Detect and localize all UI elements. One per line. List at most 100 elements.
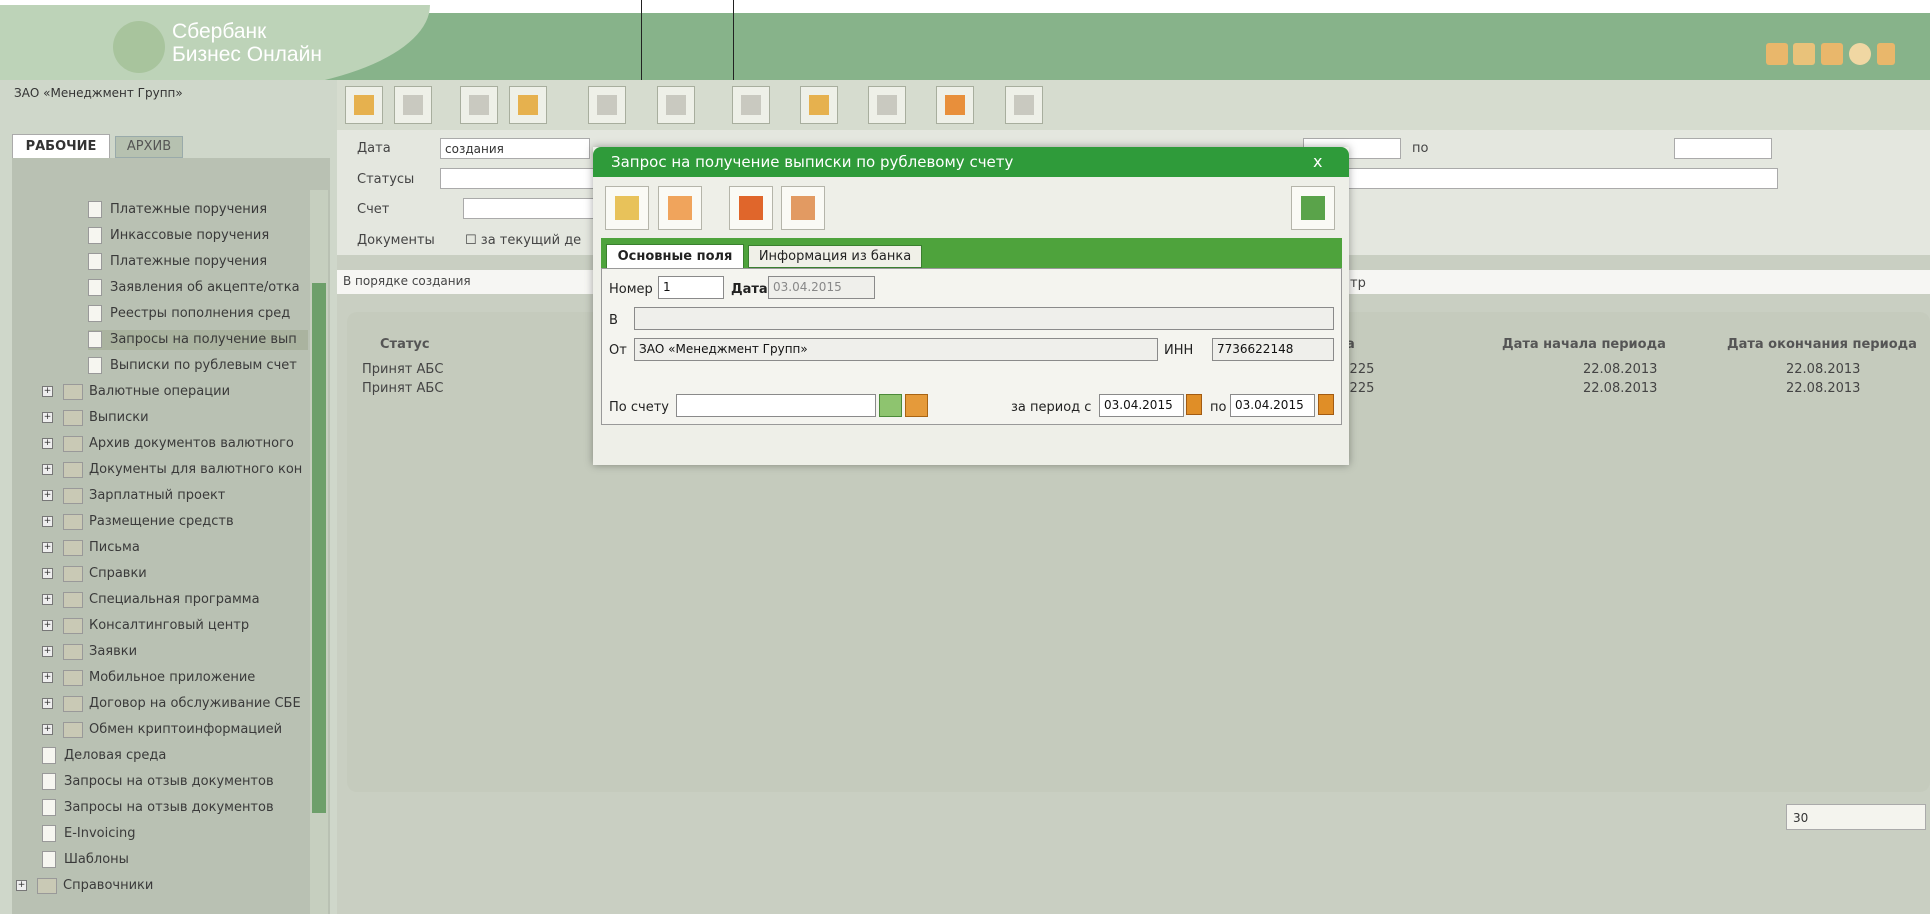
expand-icon[interactable]: + xyxy=(42,724,53,735)
current-day-checkbox[interactable]: ☐ за текущий де xyxy=(465,233,581,248)
cell-status[interactable]: Принят АБС xyxy=(362,381,443,396)
sign-doc-button[interactable] xyxy=(781,186,825,230)
tree-item[interactable]: Заявления об акцепте/отка xyxy=(88,278,308,298)
sign-button[interactable] xyxy=(732,86,770,124)
expand-icon[interactable]: + xyxy=(42,516,53,527)
date-type-select[interactable]: создания xyxy=(440,138,590,159)
expand-icon[interactable]: + xyxy=(42,594,53,605)
cell-period-end[interactable]: 22.08.2013 xyxy=(1786,381,1860,396)
column-period-start[interactable]: Дата начала периода xyxy=(1502,337,1666,352)
number-input[interactable]: 1 xyxy=(658,276,724,299)
close-icon[interactable]: x xyxy=(1313,147,1322,177)
tab-archive[interactable]: АРХИВ xyxy=(115,136,183,158)
calendar-to-icon[interactable] xyxy=(1318,394,1334,415)
column-status[interactable]: Статус xyxy=(380,337,430,352)
cell-period-start[interactable]: 22.08.2013 xyxy=(1583,362,1657,377)
date-to-input[interactable] xyxy=(1674,138,1772,159)
tree-item[interactable]: + Заявки xyxy=(42,642,308,662)
exit-icon[interactable] xyxy=(1877,43,1895,65)
expand-icon[interactable]: + xyxy=(42,672,53,683)
expand-icon[interactable]: + xyxy=(42,620,53,631)
tree-item[interactable]: Выписки по рублевым счет xyxy=(88,356,308,376)
filter-link[interactable]: тр xyxy=(1350,276,1366,291)
column-period-end[interactable]: Дата окончания периода xyxy=(1727,337,1917,352)
expand-icon[interactable]: + xyxy=(42,438,53,449)
expand-icon[interactable]: + xyxy=(42,412,53,423)
copy-button[interactable] xyxy=(460,86,498,124)
tree-item[interactable]: Реестры пополнения сред xyxy=(88,304,308,324)
cell-period-start[interactable]: 22.08.2013 xyxy=(1583,381,1657,396)
period-to-input[interactable]: 03.04.2015 xyxy=(1230,394,1315,417)
import-button[interactable] xyxy=(588,86,626,124)
filter-button[interactable] xyxy=(1005,86,1043,124)
tree-item-label: Документы для валютного кон xyxy=(89,462,303,477)
expand-icon[interactable]: + xyxy=(42,646,53,657)
tree-item[interactable]: E-Invoicing xyxy=(42,824,308,844)
tab-main-fields[interactable]: Основные поля xyxy=(606,244,744,269)
tree-item[interactable]: + Консалтинговый центр xyxy=(42,616,308,636)
cell-status[interactable]: Принят АБС xyxy=(362,362,443,377)
calendar-icon[interactable] xyxy=(1793,43,1815,65)
tree-item[interactable]: + Зарплатный проект xyxy=(42,486,308,506)
tree-item[interactable]: Шаблоны xyxy=(42,850,308,870)
expand-icon[interactable]: + xyxy=(42,698,53,709)
folder-icon[interactable] xyxy=(905,394,928,417)
tree-item[interactable]: + Договор на обслуживание СБЕ xyxy=(42,694,308,714)
tree-item[interactable]: + Документы для валютного кон xyxy=(42,460,308,480)
mail-button[interactable] xyxy=(868,86,906,124)
dialog-titlebar[interactable]: Запрос на получение выписки по рублевому… xyxy=(593,147,1349,177)
tab-bank-info[interactable]: Информация из банка xyxy=(748,245,922,268)
expand-icon[interactable]: + xyxy=(42,490,53,501)
tree-item[interactable]: + Мобильное приложение xyxy=(42,668,308,688)
period-to-label: по xyxy=(1210,400,1227,415)
expand-icon[interactable]: + xyxy=(42,464,53,475)
help-icon[interactable] xyxy=(1849,43,1871,65)
refresh-button[interactable] xyxy=(936,86,974,124)
tree-item[interactable]: Запросы на отзыв документов xyxy=(42,772,308,792)
expand-icon[interactable]: + xyxy=(42,542,53,553)
new-document-button[interactable] xyxy=(345,86,383,124)
edit-button[interactable] xyxy=(394,86,432,124)
tree-item[interactable]: Платежные поручения xyxy=(88,200,308,220)
tree-item[interactable]: Запросы на отзыв документов xyxy=(42,798,308,818)
save-button[interactable] xyxy=(729,186,773,230)
new-button[interactable] xyxy=(605,186,649,230)
tree-item[interactable]: + Выписки xyxy=(42,408,308,428)
expand-icon[interactable]: + xyxy=(16,880,27,891)
sort-select[interactable]: В порядке создания xyxy=(343,274,471,288)
cell-period-end[interactable]: 22.08.2013 xyxy=(1786,362,1860,377)
user-icon[interactable] xyxy=(1766,43,1788,65)
period-from-input[interactable]: 03.04.2015 xyxy=(1099,394,1184,417)
tree-item[interactable]: + Справочники xyxy=(16,876,308,896)
calendar-from-icon[interactable] xyxy=(1186,394,1202,415)
tree-scrollbar[interactable] xyxy=(310,190,328,914)
tree-item[interactable]: + Валютные операции xyxy=(42,382,308,402)
delete-button[interactable] xyxy=(657,86,695,124)
expand-icon[interactable]: + xyxy=(42,568,53,579)
tree-item[interactable]: Инкассовые поручения xyxy=(88,226,308,246)
search-icon[interactable] xyxy=(879,394,902,417)
period-from-label: за период с xyxy=(1011,400,1092,415)
expand-icon[interactable]: + xyxy=(42,386,53,397)
tree-item[interactable]: + Справки xyxy=(42,564,308,584)
tree-item[interactable]: + Размещение средств xyxy=(42,512,308,532)
page-size-select[interactable]: 30 xyxy=(1786,804,1926,830)
from-input: ЗАО «Менеджмент Групп» xyxy=(634,338,1158,361)
scrollbar-thumb[interactable] xyxy=(312,283,326,813)
to-bank-input[interactable] xyxy=(634,307,1334,330)
tree-item[interactable]: + Специальная программа xyxy=(42,590,308,610)
account-input[interactable] xyxy=(676,394,876,417)
exit-dialog-button[interactable] xyxy=(1291,186,1335,230)
tree-item[interactable]: + Архив документов валютного xyxy=(42,434,308,454)
lock-icon[interactable] xyxy=(1821,43,1843,65)
tree-item[interactable]: + Письма xyxy=(42,538,308,558)
copy-doc-button[interactable] xyxy=(658,186,702,230)
tree-item[interactable]: + Обмен криптоинформацией xyxy=(42,720,308,740)
copy-yellow-button[interactable] xyxy=(509,86,547,124)
tree-item[interactable]: Деловая среда xyxy=(42,746,308,766)
tab-work[interactable]: РАБОЧИЕ xyxy=(12,134,110,159)
print-button[interactable] xyxy=(800,86,838,124)
tree-item[interactable]: Платежные поручения xyxy=(88,252,308,272)
tree-item[interactable]: Запросы на получение вып xyxy=(88,330,308,350)
account-filter-input[interactable] xyxy=(463,198,595,219)
